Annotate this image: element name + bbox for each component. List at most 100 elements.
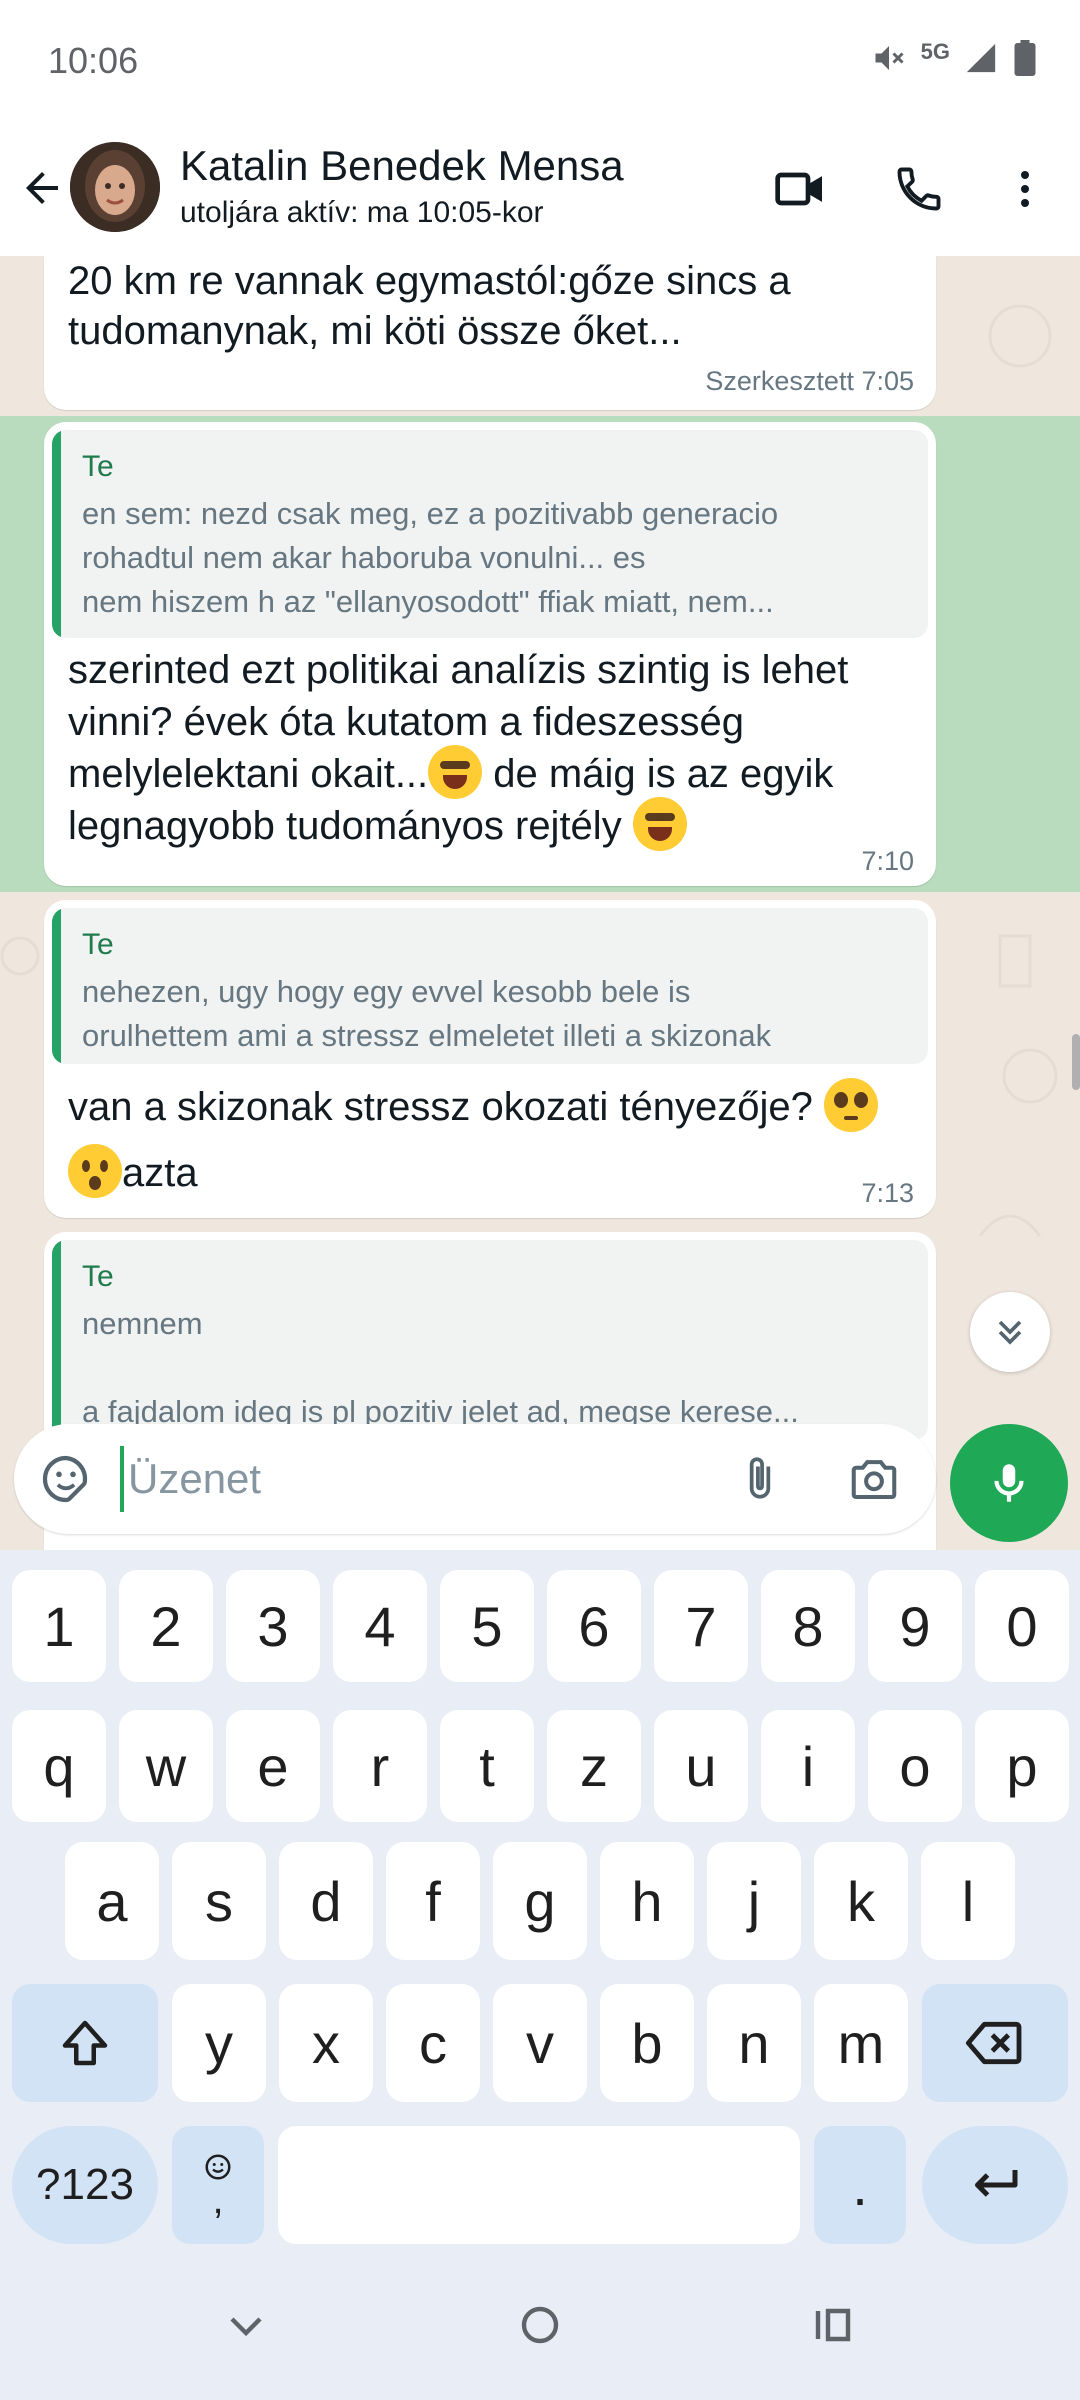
shift-icon (62, 2020, 108, 2066)
key-5[interactable]: 5 (440, 1570, 534, 1682)
key-0[interactable]: 0 (975, 1570, 1069, 1682)
message-meta: 7:13 (861, 1178, 914, 1208)
nav-home-button[interactable] (500, 2290, 580, 2360)
key-q[interactable]: q (12, 1710, 106, 1822)
quote-line-empty (82, 1346, 912, 1390)
video-call-button[interactable] (766, 154, 836, 224)
voice-message-button[interactable] (950, 1424, 1068, 1542)
quote-text: nehezen, ugy hogy egy evvel kesobb bele … (82, 970, 912, 1058)
key-f[interactable]: f (386, 1842, 480, 1960)
status-icons: 5G (871, 39, 1038, 76)
key-d[interactable]: d (279, 1842, 373, 1960)
nav-hide-keyboard-button[interactable] (206, 2290, 286, 2360)
backspace-key[interactable] (922, 1984, 1068, 2102)
key-n[interactable]: n (707, 1984, 801, 2102)
quote-line: orulhettem ami a stressz elmeletet illet… (82, 1018, 772, 1053)
reply-quote[interactable]: Te nehezen, ugy hogy egy evvel kesobb be… (52, 908, 928, 1064)
avatar-image (70, 142, 160, 232)
key-2[interactable]: 2 (119, 1570, 213, 1682)
camera-button[interactable] (844, 1449, 904, 1509)
contact-name[interactable]: Katalin Benedek Mensa (180, 142, 624, 190)
status-bar: 10:06 5G (0, 0, 1080, 124)
key-k[interactable]: k (814, 1842, 908, 1960)
key-o[interactable]: o (868, 1710, 962, 1822)
key-1[interactable]: 1 (12, 1570, 106, 1682)
key-h[interactable]: h (600, 1842, 694, 1960)
key-r[interactable]: r (333, 1710, 427, 1822)
key-m[interactable]: m (814, 1984, 908, 2102)
key-c[interactable]: c (386, 1984, 480, 2102)
key-e[interactable]: e (226, 1710, 320, 1822)
enter-key[interactable] (922, 2126, 1068, 2244)
signal-icon (966, 43, 996, 73)
quote-line: rohadtul nem akar haboruba vonulni... es (82, 540, 646, 575)
battery-icon (1014, 40, 1036, 76)
key-8[interactable]: 8 (761, 1570, 855, 1682)
scrollbar-thumb[interactable] (1072, 1034, 1080, 1090)
quote-author: Te (82, 1260, 114, 1293)
message-bubble[interactable]: 20 km re vannak egymastól:gőze sincs a t… (44, 256, 936, 410)
key-u[interactable]: u (654, 1710, 748, 1822)
quote-bar (52, 1240, 61, 1440)
key-x[interactable]: x (279, 1984, 373, 2102)
back-button[interactable] (14, 160, 70, 216)
message-meta: Szerkesztett 7:05 (705, 366, 914, 396)
scroll-to-bottom-button[interactable] (970, 1292, 1050, 1372)
message-bubble[interactable]: Te en sem: nezd csak meg, ez a pozitivab… (44, 422, 936, 886)
message-meta: 7:10 (861, 846, 914, 876)
key-j[interactable]: j (707, 1842, 801, 1960)
key-i[interactable]: i (761, 1710, 855, 1822)
sticker-icon (42, 1455, 88, 1503)
message-bubble[interactable]: Te nehezen, ugy hogy egy evvel kesobb be… (44, 900, 936, 1218)
key-g[interactable]: g (493, 1842, 587, 1960)
status-time: 10:06 (48, 40, 139, 81)
key-9[interactable]: 9 (868, 1570, 962, 1682)
key-z[interactable]: z (547, 1710, 641, 1822)
emoji-comma-key[interactable]: , (172, 2126, 264, 2244)
key-b[interactable]: b (600, 1984, 694, 2102)
key-4[interactable]: 4 (333, 1570, 427, 1682)
quote-text: nemnem a fajdalom ideg is pl pozitiv jel… (82, 1302, 912, 1434)
quote-bar (52, 430, 61, 638)
key-y[interactable]: y (172, 1984, 266, 2102)
key-l[interactable]: l (921, 1842, 1015, 1960)
message-input[interactable] (120, 1446, 700, 1512)
sticker-button[interactable] (36, 1449, 96, 1509)
paperclip-icon (749, 1457, 771, 1499)
key-7[interactable]: 7 (654, 1570, 748, 1682)
message-text: 20 km re vannak egymastól:gőze sincs a t… (68, 259, 791, 353)
arrow-left-icon (26, 172, 58, 204)
message-composer (14, 1424, 936, 1534)
more-options-button[interactable] (990, 154, 1060, 224)
period-key[interactable]: . (814, 2126, 906, 2244)
message-text-part: van a skizonak stressz okozati tényezője… (68, 1085, 824, 1129)
backspace-icon (965, 2021, 1022, 2065)
key-p[interactable]: p (975, 1710, 1069, 1822)
key-s[interactable]: s (172, 1842, 266, 1960)
symbols-key[interactable]: ?123 (12, 2126, 158, 2244)
enter-icon (975, 2170, 1018, 2197)
key-t[interactable]: t (440, 1710, 534, 1822)
tears-of-joy-emoji-icon (428, 745, 483, 800)
camera-icon (851, 1460, 897, 1500)
recents-icon (815, 2308, 851, 2342)
key-v[interactable]: v (493, 1984, 587, 2102)
quote-line: nemnem (82, 1306, 203, 1341)
attach-button[interactable] (730, 1449, 790, 1509)
key-a[interactable]: a (65, 1842, 159, 1960)
reply-quote[interactable]: Te nemnem a fajdalom ideg is pl pozitiv … (52, 1240, 928, 1440)
voice-call-button[interactable] (884, 154, 954, 224)
nav-recents-button[interactable] (794, 2290, 874, 2360)
hushed-face-emoji-icon (68, 1144, 122, 1199)
quote-author: Te (82, 928, 114, 961)
chat-area[interactable]: 20 km re vannak egymastól:gőze sincs a t… (0, 256, 1080, 1550)
avatar[interactable] (70, 142, 160, 232)
space-key[interactable] (278, 2126, 800, 2244)
shift-key[interactable] (12, 1984, 158, 2102)
key-w[interactable]: w (119, 1710, 213, 1822)
key-3[interactable]: 3 (226, 1570, 320, 1682)
key-6[interactable]: 6 (547, 1570, 641, 1682)
home-circle-icon (521, 2306, 559, 2344)
reply-quote[interactable]: Te en sem: nezd csak meg, ez a pozitivab… (52, 430, 928, 638)
chevron-down-icon (230, 2317, 262, 2337)
